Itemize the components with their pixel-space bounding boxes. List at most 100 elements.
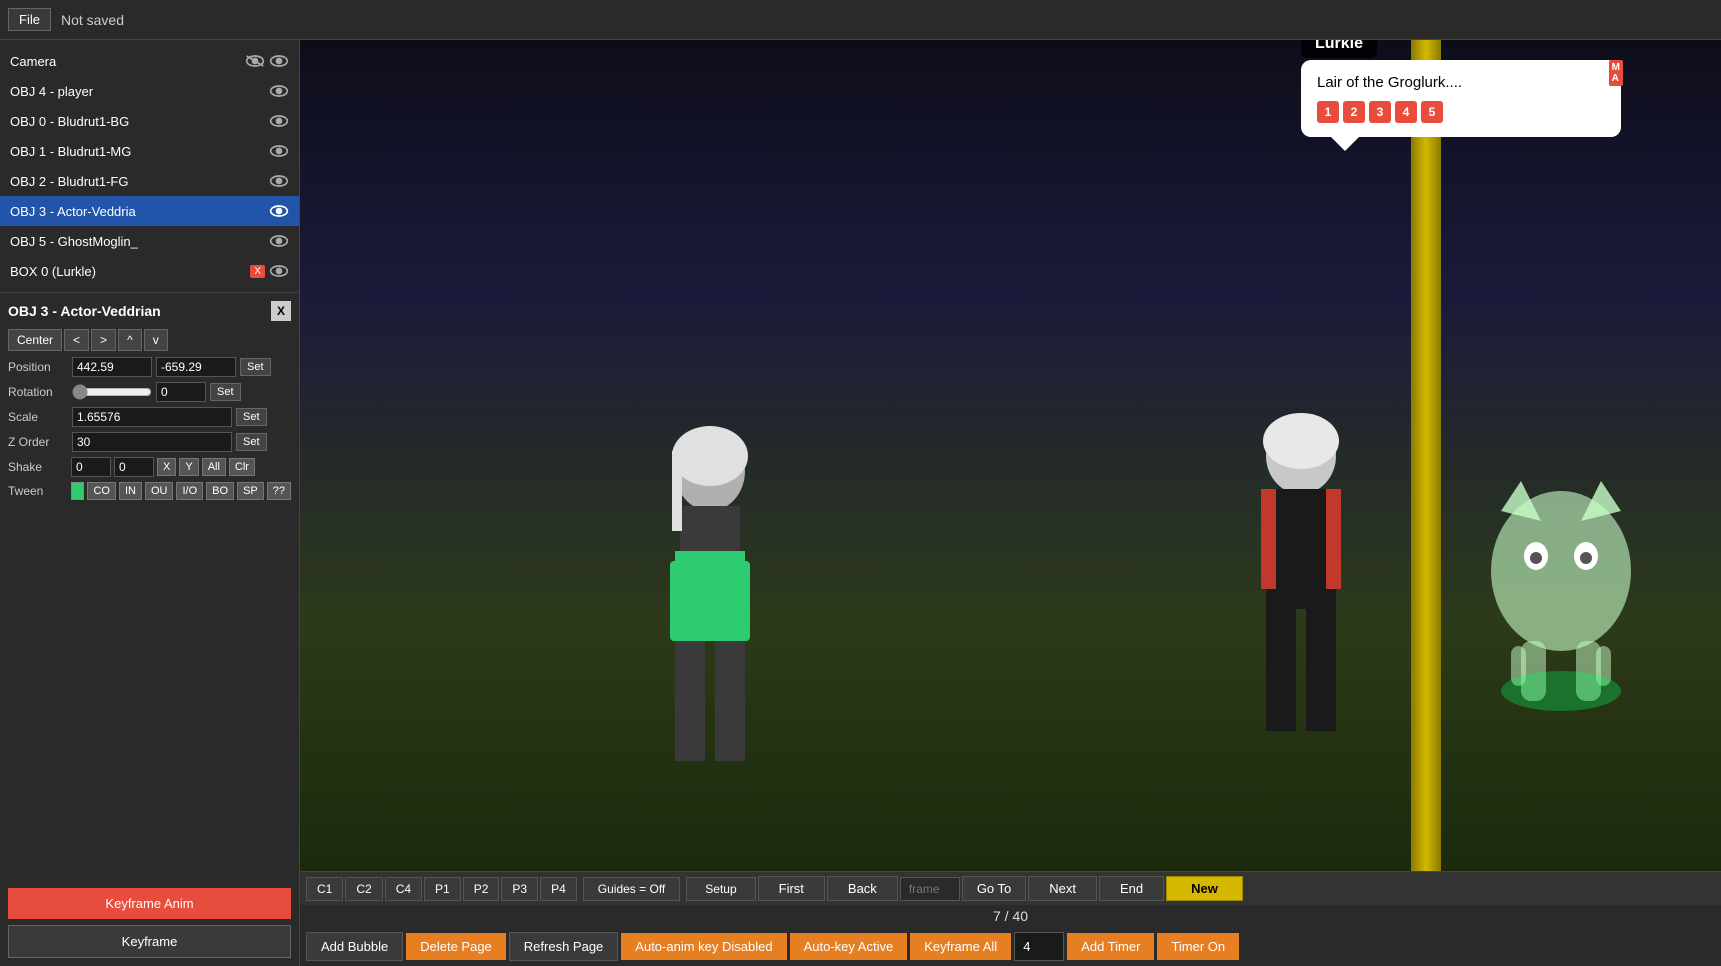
canvas-area: Lurkle MA Lair of the Groglurk.... 1 2 3… [300,40,1721,966]
main-layout: Camera [0,40,1721,966]
top-bar: File Not saved [0,0,1721,40]
obj-label-obj4: OBJ 4 - player [10,84,269,99]
obj-title: OBJ 3 - Actor-Veddrian [8,303,161,319]
frame-number-input[interactable] [1014,932,1064,961]
scene-canvas[interactable]: Lurkle MA Lair of the Groglurk.... 1 2 3… [300,40,1721,871]
refresh-page-button[interactable]: Refresh Page [509,932,619,961]
tween-io-button[interactable]: I/O [176,482,203,500]
shake-x-button[interactable]: X [157,458,176,476]
tween-in-button[interactable]: IN [119,482,142,500]
eye-strikethrough-icon[interactable] [245,51,265,71]
eye-icon-obj3[interactable] [269,201,289,221]
eye-icon-obj4[interactable] [269,81,289,101]
ma-badge: MA [1609,60,1623,86]
character-ghost-moglin [1481,471,1641,791]
auto-anim-button[interactable]: Auto-anim key Disabled [621,933,786,960]
yellow-pillar [1411,40,1441,871]
add-bubble-button[interactable]: Add Bubble [306,932,403,961]
obj-row-obj3[interactable]: OBJ 3 - Actor-Veddria [0,196,299,226]
obj-row-obj4[interactable]: OBJ 4 - player [0,76,299,106]
timer-on-button[interactable]: Timer On [1157,933,1239,960]
nav-right-button[interactable]: > [91,329,116,351]
end-button[interactable]: End [1099,876,1164,901]
position-set-button[interactable]: Set [240,358,271,376]
tween-co-button[interactable]: CO [87,482,116,500]
rotation-set-button[interactable]: Set [210,383,241,401]
next-button[interactable]: Next [1028,876,1097,901]
scale-label: Scale [8,410,68,424]
add-timer-button[interactable]: Add Timer [1067,933,1154,960]
eye-icon-obj2[interactable] [269,171,289,191]
position-y-input[interactable] [156,357,236,377]
setup-button[interactable]: Setup [686,877,755,901]
eye-icon-obj1[interactable] [269,141,289,161]
tween-bo-button[interactable]: BO [206,482,234,500]
save-status: Not saved [61,12,124,28]
obj-row-obj2[interactable]: OBJ 2 - Bludrut1-FG [0,166,299,196]
nav-up-button[interactable]: ^ [118,329,142,351]
obj-label-obj0: OBJ 0 - Bludrut1-BG [10,114,269,129]
rotation-slider[interactable] [72,384,152,400]
scale-set-button[interactable]: Set [236,408,267,426]
goto-button[interactable]: Go To [962,876,1026,901]
shake-x-input[interactable] [71,457,111,477]
frame-input[interactable] [900,877,960,901]
scale-row: Scale Set [8,407,291,427]
shake-label: Shake [8,460,68,474]
delete-page-button[interactable]: Delete Page [406,933,506,960]
eye-icon-box0[interactable] [269,261,289,281]
new-button[interactable]: New [1166,876,1243,901]
nav-down-button[interactable]: v [144,329,168,351]
obj-label-obj1: OBJ 1 - Bludrut1-MG [10,144,269,159]
first-button[interactable]: First [758,876,825,901]
position-x-input[interactable] [72,357,152,377]
obj-row-box0[interactable]: BOX 0 (Lurkle) X [0,256,299,286]
shake-clr-button[interactable]: Clr [229,458,255,476]
obj-row-camera[interactable]: Camera [0,46,299,76]
obj-row-obj5[interactable]: OBJ 5 - GhostMoglin_ [0,226,299,256]
back-button[interactable]: Back [827,876,898,901]
obj-close-button[interactable]: X [271,301,291,321]
obj-row-obj0[interactable]: OBJ 0 - Bludrut1-BG [0,106,299,136]
p4-button[interactable]: P4 [540,877,577,901]
p1-button[interactable]: P1 [424,877,461,901]
dial-num-5[interactable]: 5 [1421,101,1443,123]
zorder-input[interactable] [72,432,232,452]
tween-ou-button[interactable]: OU [145,482,174,500]
rotation-row: Rotation Set [8,382,291,402]
keyframe-all-button[interactable]: Keyframe All [910,933,1011,960]
dial-num-4[interactable]: 4 [1395,101,1417,123]
p3-button[interactable]: P3 [501,877,538,901]
obj-label-obj3: OBJ 3 - Actor-Veddria [10,204,269,219]
zorder-set-button[interactable]: Set [236,433,267,451]
dial-num-3[interactable]: 3 [1369,101,1391,123]
eye-icon[interactable] [269,51,289,71]
guides-button[interactable]: Guides = Off [583,877,680,901]
shake-all-button[interactable]: All [202,458,226,476]
dial-num-1[interactable]: 1 [1317,101,1339,123]
obj-label-box0: BOX 0 (Lurkle) [10,264,250,279]
file-button[interactable]: File [8,8,51,31]
c2-button[interactable]: C2 [345,877,382,901]
shake-y-input[interactable] [114,457,154,477]
tween-qq-button[interactable]: ?? [267,482,291,500]
rotation-value-input[interactable] [156,382,206,402]
eye-icon-obj0[interactable] [269,111,289,131]
c4-button[interactable]: C4 [385,877,422,901]
nav-buttons: Center < > ^ v [8,329,291,351]
c1-button[interactable]: C1 [306,877,343,901]
rotation-label: Rotation [8,385,68,399]
p2-button[interactable]: P2 [463,877,500,901]
character-warrior [1201,401,1401,831]
scale-input[interactable] [72,407,232,427]
center-button[interactable]: Center [8,329,62,351]
keyframe-anim-button[interactable]: Keyframe Anim [8,888,291,919]
obj-row-obj1[interactable]: OBJ 1 - Bludrut1-MG [0,136,299,166]
nav-left-button[interactable]: < [64,329,89,351]
shake-y-button[interactable]: Y [179,458,198,476]
auto-key-button[interactable]: Auto-key Active [790,933,908,960]
dial-num-2[interactable]: 2 [1343,101,1365,123]
keyframe-button[interactable]: Keyframe [8,925,291,958]
tween-sp-button[interactable]: SP [237,482,264,500]
eye-icon-obj5[interactable] [269,231,289,251]
